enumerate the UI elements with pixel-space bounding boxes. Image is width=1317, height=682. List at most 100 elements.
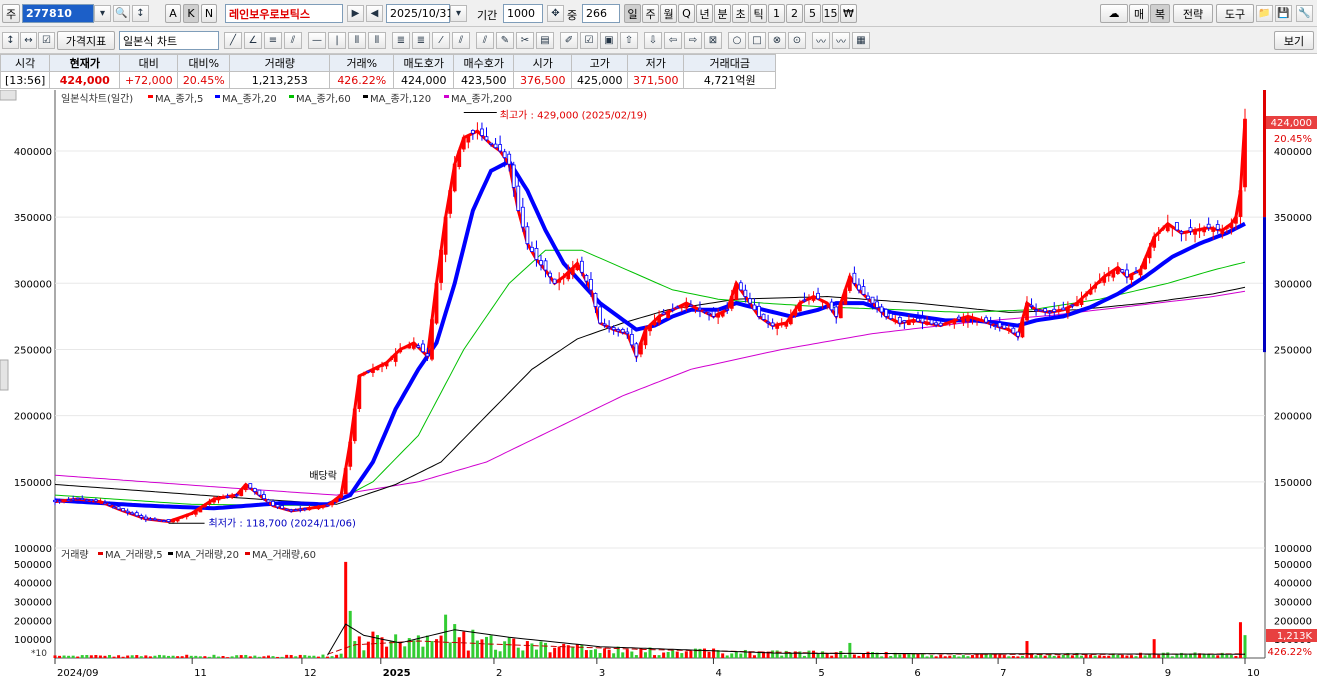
drawing-tool-icon-22[interactable]: ⇨ (684, 32, 702, 49)
drawing-tool-icon-14[interactable]: ✂ (516, 32, 534, 49)
drawing-tool-icon-3[interactable]: ⫽ (284, 32, 302, 49)
horizontal-arrows-icon[interactable]: ↔ (20, 32, 37, 49)
drawing-tool-icon-30[interactable]: ▦ (852, 32, 870, 49)
drawing-tool-icon-27[interactable]: ⊙ (788, 32, 806, 49)
period-tab-6[interactable]: 초 (732, 4, 749, 23)
candle-body (816, 292, 820, 300)
volume-bar (1002, 655, 1006, 658)
volume-bar (344, 561, 348, 658)
drawing-tool-icon-24[interactable]: ○ (728, 32, 746, 49)
candle-body (98, 501, 103, 504)
period-tab-1[interactable]: 주 (642, 4, 659, 23)
drawing-tool-icon-28[interactable]: 〰 (812, 32, 830, 49)
x-tick-label: 4 (715, 668, 721, 679)
volume-bar (203, 656, 207, 658)
period-tab-9[interactable]: 2 (786, 4, 803, 23)
search-icon[interactable]: 🔍 (113, 5, 130, 22)
drawing-tool-icon-17[interactable]: ☑ (580, 32, 598, 49)
drawing-tool-icon-18[interactable]: ▣ (600, 32, 618, 49)
period-tab-4[interactable]: 년 (696, 4, 713, 23)
drawing-tool-icon-9[interactable]: ≣ (412, 32, 430, 49)
sort-icon[interactable]: ↕ (132, 5, 149, 22)
multi-button[interactable]: 복 (1150, 4, 1170, 23)
market-k-button[interactable]: K (183, 4, 199, 23)
market-n-button[interactable]: N (201, 4, 217, 23)
drawing-tool-icon-12[interactable]: ⫽ (476, 32, 494, 49)
period-tab-5[interactable]: 분 (714, 4, 731, 23)
save-icon[interactable]: 💾 (1275, 5, 1292, 22)
side-collapse-handle[interactable] (0, 359, 9, 391)
volume-tick-label-right: 200000 (1274, 616, 1312, 627)
scroll-arrows-icon[interactable] (0, 90, 17, 101)
period-tab-8[interactable]: 1 (768, 4, 785, 23)
drawing-toolbar: ↕ ↔ ☑ 가격지표 일본식 차트 ╱ ∠ ≡ ⫽ — | ⦀ ⦀ ≣ ≣ ⁄ ⫽ ⫽ ✎ ✂ ▤ ✐ ☑ ▣ ⇧ ⇩ ⇦… (0, 27, 1317, 54)
candle-body (184, 514, 189, 518)
drawing-tool-icon-16[interactable]: ✐ (560, 32, 578, 49)
buy-sell-button[interactable]: 매 (1129, 4, 1149, 23)
drawing-tool-icon-0[interactable]: ╱ (224, 32, 242, 49)
volume-bar (948, 655, 952, 658)
price-chart[interactable]: 100000 150000 200000 250000 300000 350000 4000… (0, 90, 1317, 682)
folder-icon[interactable]: 📁 (1256, 5, 1273, 22)
drawing-tool-icon-11[interactable]: ⫽ (452, 32, 470, 49)
stock-code-input[interactable]: 277810 (22, 4, 94, 23)
drawing-tool-icon-6[interactable]: ⦀ (348, 32, 366, 49)
period-tab-11[interactable]: 15 (822, 4, 839, 23)
drawing-tool-icon-29[interactable]: 〰 (832, 32, 850, 49)
period-tab-2[interactable]: 월 (660, 4, 677, 23)
period-tab-7[interactable]: 틱 (750, 4, 767, 23)
back-icon[interactable]: ◀ (366, 5, 383, 22)
tools-button[interactable]: 도구 (1216, 4, 1254, 23)
wrench-icon[interactable]: 🔧 (1296, 5, 1313, 22)
crosshair-icon[interactable]: ✥ (547, 5, 564, 22)
settings-icon[interactable]: ☑ (38, 32, 55, 49)
x-tick-label: 2 (496, 668, 502, 679)
drawing-tool-icon-15[interactable]: ▤ (536, 32, 554, 49)
candle-body (1161, 227, 1166, 230)
vertical-arrows-icon[interactable]: ↕ (2, 32, 19, 49)
drawing-tool-icon-20[interactable]: ⇩ (644, 32, 662, 49)
legend-item: MA_종가,200 (451, 93, 512, 105)
calendar-dropdown-icon[interactable]: ▾ (450, 5, 467, 22)
play-icon[interactable]: ▶ (347, 5, 364, 22)
volume-bar (625, 649, 629, 658)
drawing-tool-icon-10[interactable]: ⁄ (432, 32, 450, 49)
price-indicator-button[interactable]: 가격지표 (57, 31, 115, 50)
candle-body (925, 322, 929, 325)
candle-body (797, 302, 802, 312)
count-input[interactable]: 266 (582, 4, 620, 23)
market-selector[interactable]: 주 (2, 4, 20, 23)
period-tab-0[interactable]: 일 (624, 4, 641, 23)
date-input[interactable]: 2025/10/31 (386, 4, 453, 23)
quote-value-0: [13:56] (0, 71, 51, 89)
drawing-tool-icon-25[interactable]: □ (748, 32, 766, 49)
drawing-tool-icon-8[interactable]: ≣ (392, 32, 410, 49)
drawing-tool-icon-13[interactable]: ✎ (496, 32, 514, 49)
chart-type-select[interactable]: 일본식 차트 (119, 31, 219, 50)
candle-body (1215, 224, 1220, 230)
candle-body (302, 508, 307, 510)
cloud-button[interactable]: ☁ (1100, 4, 1128, 23)
drawing-tool-icon-1[interactable]: ∠ (244, 32, 262, 49)
drawing-tool-icon-23[interactable]: ⊠ (704, 32, 722, 49)
drawing-tool-icon-5[interactable]: | (328, 32, 346, 49)
volume-bar (380, 637, 384, 658)
volume-bar (108, 654, 112, 658)
volume-tick-label-right: 400000 (1274, 579, 1312, 590)
view-button[interactable]: 보기 (1274, 31, 1314, 50)
drawing-tool-icon-19[interactable]: ⇧ (620, 32, 638, 49)
candle-body (348, 441, 353, 467)
drawing-tool-icon-2[interactable]: ≡ (264, 32, 282, 49)
code-dropdown-icon[interactable]: ▾ (94, 5, 111, 22)
market-a-button[interactable]: A (165, 4, 181, 23)
period-input[interactable]: 1000 (503, 4, 543, 23)
period-tab-12[interactable]: ₩ (840, 4, 857, 23)
strategy-button[interactable]: 전략 (1173, 4, 1213, 23)
drawing-tool-icon-7[interactable]: ⦀ (368, 32, 386, 49)
candle-body (607, 326, 612, 329)
drawing-tool-icon-4[interactable]: — (308, 32, 326, 49)
period-tab-10[interactable]: 5 (804, 4, 821, 23)
drawing-tool-icon-21[interactable]: ⇦ (664, 32, 682, 49)
period-tab-3[interactable]: Q (678, 4, 695, 23)
drawing-tool-icon-26[interactable]: ⊗ (768, 32, 786, 49)
